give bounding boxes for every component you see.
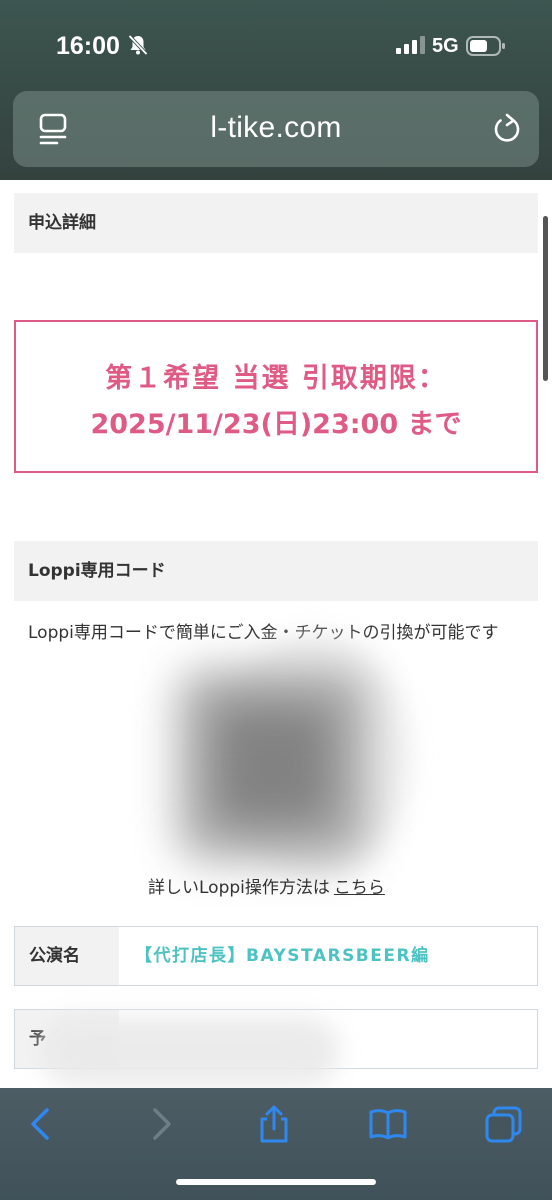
performance-name-header: 公演名 [15,927,119,985]
web-page[interactable]: 申込詳細 第１希望 当選 引取期限： 2025/11/23(日)23:00 まで… [0,180,552,1088]
signal-icon [396,36,425,54]
bookmarks-icon[interactable] [368,1104,408,1144]
url-text[interactable]: l-tike.com [13,111,539,145]
section-title-application-details: 申込詳細 [14,193,538,253]
blurred-loppi-code [178,670,368,860]
performance-name-value[interactable]: 【代打店長】BAYSTARSBEER編 [119,927,537,985]
scrollbar[interactable] [543,216,548,381]
address-bar[interactable]: l-tike.com [13,91,539,167]
deadline-date: 2025/11/23(日)23:00 まで [90,409,462,440]
tabs-icon[interactable] [484,1104,524,1144]
howto-prefix: 詳しいLoppi操作方法は [148,878,330,898]
home-indicator [176,1179,376,1185]
howto-link[interactable]: こちら [334,878,385,898]
browser-toolbar [0,1088,552,1200]
redaction-smudge [40,1016,340,1086]
deadline-notice: 第１希望 当選 引取期限： 2025/11/23(日)23:00 まで [14,320,538,473]
status-time: 16:00 [56,32,120,60]
back-icon[interactable] [22,1104,62,1144]
section-title-loppi-code: Loppi専用コード [14,541,538,601]
battery-icon [466,36,505,56]
forward-icon[interactable] [140,1104,180,1144]
reload-icon[interactable] [491,113,523,145]
table-row: 公演名 【代打店長】BAYSTARSBEER編 [14,926,538,986]
share-icon[interactable] [254,1104,294,1144]
network-type: 5G [432,35,459,57]
bell-slash-icon [128,34,148,56]
deadline-title: 第１希望 当選 引取期限： [105,363,447,394]
status-bar: 16:00 5G [0,0,552,90]
loppi-howto: 詳しいLoppi操作方法は こちら [148,873,385,898]
loppi-description: Loppi専用コードで簡単にご入金・チケットの引換が可能です [28,623,499,643]
browser-top-chrome: 16:00 5G l-tike.com [0,0,552,180]
